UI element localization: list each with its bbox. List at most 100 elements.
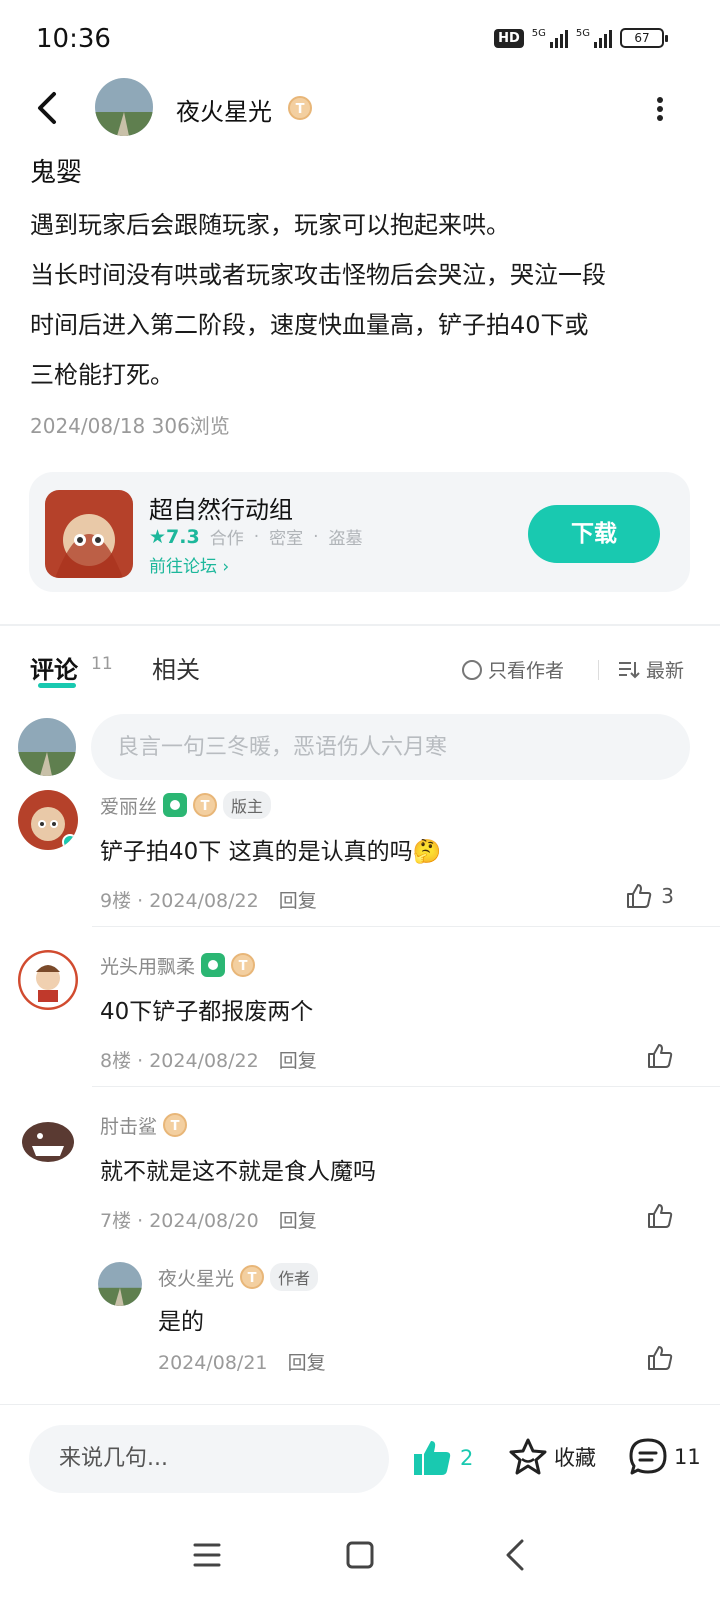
like-button[interactable]: [646, 1042, 674, 1070]
game-tag: 密室: [269, 529, 304, 549]
author-badge: 作者: [270, 1263, 319, 1291]
like-button[interactable]: [646, 1344, 674, 1372]
download-button[interactable]: 下载: [528, 505, 660, 563]
reply-button[interactable]: 回复: [279, 1050, 317, 1072]
reply-author-name[interactable]: 夜火星光: [158, 1264, 234, 1291]
signal-icon: 5G: [532, 28, 568, 48]
divider: [92, 926, 720, 927]
game-card[interactable]: 超自然行动组 ★7.3 合作 · 密室 · 盗墓 前往论坛 › 下载: [29, 472, 690, 592]
level-badge-icon: T: [288, 96, 312, 120]
chevron-left-icon: [38, 92, 56, 124]
post-body-line: 遇到玩家后会跟随玩家，玩家可以抱起来哄。: [30, 211, 510, 239]
comment-tabs: 评论 11 相关 只看作者 最新: [0, 650, 720, 700]
chevron-right-icon: ›: [222, 557, 230, 577]
commenter-info: 肘击鲨 T: [100, 1110, 188, 1140]
sort-button[interactable]: 最新: [618, 656, 684, 683]
system-nav-bar: [0, 1510, 720, 1600]
dot-icon: [657, 97, 663, 103]
tab-related[interactable]: 相关: [152, 650, 200, 685]
post-body: 遇到玩家后会跟随玩家，玩家可以抱起来哄。 当长时间没有哄或者玩家攻击怪物后会哭泣…: [30, 200, 690, 400]
radio-circle-icon: [462, 659, 482, 680]
author-name[interactable]: 夜火星光: [176, 92, 272, 127]
game-icon[interactable]: [45, 490, 133, 578]
moderator-badge: 版主: [223, 791, 272, 819]
level-badge-icon: T: [193, 793, 218, 817]
post-meta: 2024/08/18 306浏览: [30, 414, 230, 438]
more-options-button[interactable]: [648, 94, 672, 124]
commenter-avatar[interactable]: [18, 790, 78, 850]
reply-author-info: 夜火星光 T 作者: [158, 1262, 319, 1292]
comment-input[interactable]: [91, 714, 690, 780]
comment-text: 就不就是这不就是食人魔吗: [100, 1159, 376, 1185]
comment-compose: [0, 714, 720, 780]
system-back-button[interactable]: [500, 1538, 530, 1576]
back-button[interactable]: [30, 88, 66, 128]
square-icon: [346, 1541, 374, 1569]
thumbs-up-icon: [648, 1204, 673, 1228]
post-header: 夜火星光 T: [0, 72, 720, 142]
post-like-button[interactable]: 2: [412, 1439, 473, 1477]
game-name[interactable]: 超自然行动组: [149, 490, 293, 525]
post-body-line: 时间后进入第二阶段，速度快血量高，铲子拍40下或: [30, 311, 589, 339]
comment-meta: 7楼 · 2024/08/20 回复: [100, 1210, 317, 1232]
game-rating: ★7.3: [149, 525, 200, 548]
signal-icon-2: 5G: [576, 28, 612, 48]
commenter-name[interactable]: 光头用飘柔: [100, 952, 195, 979]
post-body-line: 三枪能打死。: [30, 361, 174, 389]
reply-text: 是的: [158, 1309, 204, 1335]
comment-meta: 9楼 · 2024/08/22 回复: [100, 890, 317, 912]
level-badge-icon: T: [163, 1113, 188, 1137]
reply-author-avatar[interactable]: [98, 1262, 142, 1306]
comment-meta: 8楼 · 2024/08/22 回复: [100, 1050, 317, 1072]
like-count: 3: [661, 884, 674, 908]
tab-indicator: [38, 683, 76, 688]
divider: [598, 660, 599, 680]
post-title: 鬼婴: [30, 158, 83, 188]
reply-button[interactable]: 回复: [279, 890, 317, 912]
game-tag: 盗墓: [328, 529, 363, 549]
post-body-line: 当长时间没有哄或者玩家攻击怪物后会哭泣，哭泣一段: [30, 261, 606, 289]
thumbs-up-icon: [648, 1044, 673, 1068]
my-avatar: [18, 718, 76, 776]
thumbs-up-icon: [627, 884, 652, 908]
favorite-button[interactable]: 收藏: [508, 1437, 596, 1477]
like-button[interactable]: [646, 1202, 674, 1230]
commenter-avatar[interactable]: [18, 1110, 78, 1170]
reply-button[interactable]: 回复: [279, 1210, 317, 1232]
forum-link[interactable]: 前往论坛 ›: [149, 552, 229, 577]
commenter-info: 光头用飘柔 T: [100, 950, 256, 980]
like-button[interactable]: 3: [625, 882, 674, 910]
reply-meta: 2024/08/21 回复: [158, 1352, 326, 1374]
commenter-info: 爱丽丝 T 版主: [100, 790, 272, 820]
reply-button[interactable]: 回复: [288, 1352, 326, 1374]
home-button[interactable]: [345, 1540, 375, 1574]
game-info: ★7.3 合作 · 密室 · 盗墓: [149, 525, 363, 550]
moderator-icon: [163, 793, 188, 817]
bottom-action-bar: 来说几句... 2 收藏 11: [0, 1404, 720, 1494]
status-bar: 10:36 HD 5G 5G 67: [0, 0, 720, 80]
battery-icon: 67: [620, 28, 668, 48]
comment-text: 铲子拍40下 这真的是认真的吗🤔: [100, 839, 442, 865]
star-icon: [509, 1438, 547, 1475]
comment-text: 40下铲子都报废两个: [100, 999, 314, 1025]
level-badge-icon: T: [231, 953, 256, 977]
tab-comments[interactable]: 评论: [30, 650, 78, 685]
sort-icon: [619, 661, 640, 678]
comments-button[interactable]: 11: [628, 1437, 701, 1477]
commenter-avatar[interactable]: [18, 950, 78, 1010]
game-tag: 合作: [209, 529, 244, 549]
say-something-input[interactable]: 来说几句...: [29, 1425, 389, 1493]
thumbs-up-filled-icon: [414, 1441, 451, 1475]
only-author-toggle[interactable]: 只看作者: [462, 656, 564, 683]
divider: [0, 624, 720, 626]
game-badge-icon: [201, 953, 226, 977]
commenter-name[interactable]: 肘击鲨: [100, 1112, 157, 1139]
menu-icon: [193, 1543, 221, 1567]
level-badge-icon: T: [240, 1265, 265, 1289]
status-icons: HD 5G 5G 67: [494, 28, 668, 48]
author-avatar[interactable]: [95, 78, 153, 136]
comment-count: 11: [91, 654, 113, 674]
commenter-name[interactable]: 爱丽丝: [100, 792, 157, 819]
recent-apps-button[interactable]: [192, 1540, 222, 1574]
status-time: 10:36: [36, 24, 111, 54]
